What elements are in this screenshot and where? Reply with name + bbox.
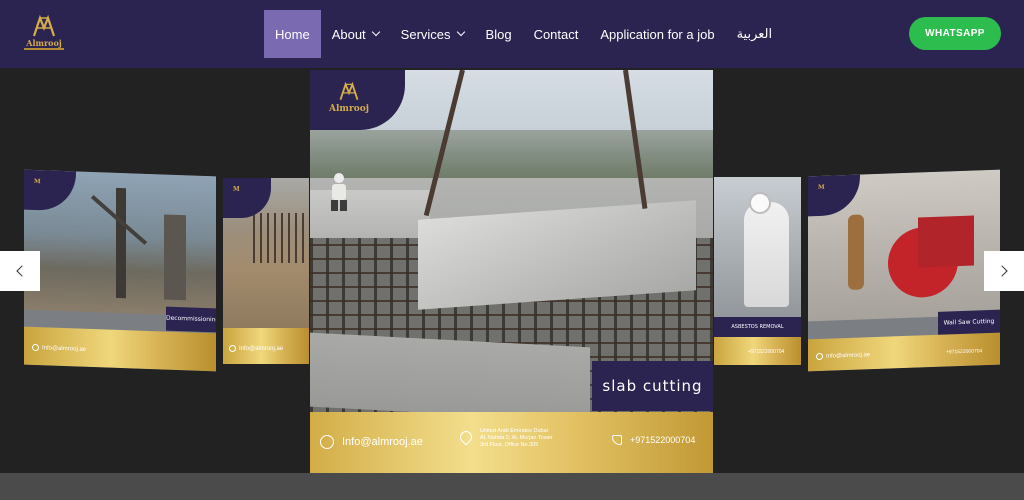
slide-email: Info@almrooj.ae <box>229 345 283 352</box>
slide-slab-cutting[interactable]: Almrooj slab cutting Info@almrooj.ae Uni… <box>310 70 713 473</box>
globe-icon <box>32 343 39 352</box>
slide-decommissioning[interactable]: M Decommissioning Info@almrooj.ae <box>24 169 216 372</box>
slide-label: Decommissioning <box>166 306 216 333</box>
address-line: 3rd Floor, Office No.305 <box>480 442 539 448</box>
nav-label: Contact <box>533 26 579 42</box>
tank-silhouette <box>164 214 186 301</box>
nav-label: About <box>331 26 366 42</box>
slide-phone: +971522000704 <box>748 349 784 355</box>
slide-label: ASBESTOS REMOVAL <box>714 317 801 337</box>
slide-label: Wall Saw Cutting <box>938 309 1000 336</box>
globe-icon <box>816 352 823 361</box>
nav-item-arabic[interactable]: العربية <box>726 10 784 58</box>
worker-icon <box>331 173 347 211</box>
globe-icon <box>229 345 236 352</box>
address-block: United Arab Emirates Dubai AL Nahda 2, A… <box>480 428 553 449</box>
mini-logo: M <box>34 177 41 186</box>
chevron-down-icon <box>456 27 465 37</box>
nav-item-application[interactable]: Application for a job <box>589 10 725 58</box>
mini-logo: M <box>818 183 825 192</box>
email-text: Info@almrooj.ae <box>342 436 423 448</box>
main-nav: Home About Services Blog Contact Applica… <box>264 10 783 58</box>
phone-icon <box>612 435 622 445</box>
email-text: Info@almrooj.ae <box>42 344 87 353</box>
slide-phone: +971522000704 <box>946 348 982 355</box>
slide-logo-wordmark: Almrooj <box>329 104 369 114</box>
nav-item-about[interactable]: About <box>321 10 390 58</box>
slide-address: United Arab Emirates Dubai AL Nahda 2, A… <box>457 428 553 449</box>
nav-label: Services <box>400 26 451 42</box>
logo-underline <box>24 48 64 50</box>
address-line: United Arab Emirates Dubai <box>480 428 548 434</box>
slide-email: Info@almrooj.ae <box>320 435 423 449</box>
phone-text: +971522000704 <box>946 348 983 356</box>
email-text: Info@almrooj.ae <box>826 351 871 360</box>
almrooj-logo[interactable]: Almrooj <box>24 14 64 56</box>
photo-city <box>310 130 713 180</box>
worker-suit <box>744 202 789 307</box>
chevron-left-icon <box>16 265 28 277</box>
carousel-next-button[interactable] <box>984 251 1024 291</box>
slide-phone: +971522000704 <box>612 435 695 445</box>
nav-label: Application for a job <box>600 26 715 42</box>
location-pin-icon <box>457 428 475 446</box>
globe-icon <box>320 435 334 449</box>
nav-item-services[interactable]: Services <box>390 10 475 58</box>
nav-label: Home <box>275 26 310 42</box>
nav-label: العربية <box>736 26 773 41</box>
logo-wordmark: Almrooj <box>26 38 62 48</box>
nav-item-blog[interactable]: Blog <box>475 10 523 58</box>
chevron-down-icon <box>371 27 380 37</box>
saw-frame <box>918 215 974 268</box>
photo-floor-slab <box>310 332 590 422</box>
email-text: Info@almrooj.ae <box>239 345 284 352</box>
slide-label: slab cutting <box>592 361 713 411</box>
site-header: Almrooj Home About Services Blog Contact… <box>0 0 1024 68</box>
factory-silhouette <box>116 187 126 299</box>
logo-mark-icon <box>32 14 56 37</box>
worker-helmet <box>749 192 771 214</box>
phone-text: +971522000704 <box>630 435 696 445</box>
chevron-right-icon <box>996 265 1008 277</box>
whatsapp-button[interactable]: WHATSAPP <box>909 17 1001 50</box>
address-line: AL Nahda 2, AL Murjan Tower <box>480 435 553 441</box>
slide-wall-saw-cutting[interactable]: M Wall Saw Cutting Info@almrooj.ae +9715… <box>808 169 1000 372</box>
phone-text: +971522000704 <box>748 349 785 355</box>
slide-asbestos-removal[interactable]: ASBESTOS REMOVAL +971522000704 <box>714 177 801 365</box>
rebar-silhouette <box>253 213 309 263</box>
slide-excavation[interactable]: M Info@almrooj.ae <box>223 178 309 364</box>
page-bottom-band <box>0 473 1024 500</box>
logo-mark-icon <box>339 81 359 100</box>
nav-item-contact[interactable]: Contact <box>523 10 590 58</box>
mini-logo: M <box>233 186 240 193</box>
nav-item-home[interactable]: Home <box>264 10 321 58</box>
worker-figure <box>848 214 864 290</box>
nav-label: Blog <box>485 26 512 42</box>
carousel-prev-button[interactable] <box>0 251 40 291</box>
